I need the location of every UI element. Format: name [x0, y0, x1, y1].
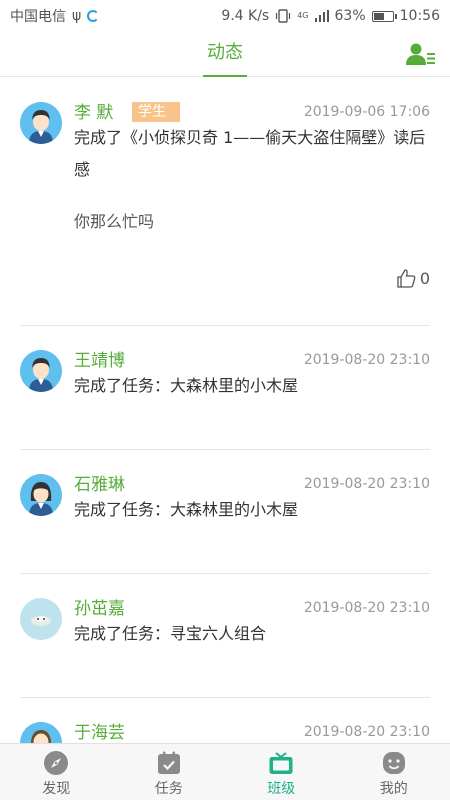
compass-icon — [44, 751, 69, 775]
nav-label: 发现 — [42, 781, 71, 797]
signal-icon — [314, 10, 329, 22]
feed-item[interactable]: 于海芸 2019-08-20 23:10 — [20, 698, 430, 743]
post-content[interactable]: 完成了任务：大森林里的小木屋 — [74, 370, 430, 402]
status-bar: 中国电信 ψ 9.4 K/s 4G 63% 10:56 — [0, 0, 450, 32]
vibrate-icon — [276, 9, 291, 23]
usb-icon: ψ — [72, 8, 82, 24]
status-left: 中国电信 ψ — [10, 6, 100, 26]
thumbs-up-icon — [397, 269, 416, 288]
boy-avatar-icon — [20, 102, 62, 144]
feed-item[interactable]: 石雅琳 2019-08-20 23:10 完成了任务：大森林里的小木屋 — [20, 450, 430, 574]
author-name[interactable]: 王靖博 — [74, 346, 125, 371]
feed-item[interactable]: 孙茁嘉 2019-08-20 23:10 完成了任务：寻宝六人组合 — [20, 574, 430, 698]
post-comment: 你那么忙吗 — [74, 212, 155, 231]
role-badge: 学生 — [132, 102, 180, 122]
avatar[interactable] — [20, 598, 62, 640]
post-time: 2019-08-20 23:10 — [303, 600, 430, 616]
girl-avatar-icon — [20, 722, 62, 743]
post-time: 2019-08-20 23:10 — [303, 724, 430, 740]
avatar[interactable] — [20, 474, 62, 516]
class-board-icon — [269, 752, 293, 774]
post-time: 2019-08-20 23:10 — [303, 352, 430, 368]
post-content[interactable]: 完成了任务：大森林里的小木屋 — [74, 494, 430, 526]
post-content[interactable]: 完成了《小侦探贝奇 1——偷天大盗住隔壁》读后感 — [74, 122, 430, 186]
tab-dynamics[interactable]: 动态 — [0, 32, 450, 77]
post-content[interactable]: 完成了任务：寻宝六人组合 — [74, 618, 430, 650]
author-name[interactable]: 于海芸 — [74, 718, 125, 743]
profile-face-icon — [382, 752, 405, 774]
photo-avatar-icon — [20, 598, 62, 640]
network-speed: 9.4 K/s — [221, 8, 270, 24]
nav-label: 班级 — [267, 781, 296, 797]
status-right: 9.4 K/s 4G 63% 10:56 — [221, 8, 440, 24]
avatar[interactable] — [20, 722, 62, 743]
girl-avatar-icon — [20, 474, 62, 516]
battery-icon — [371, 10, 397, 22]
author-name[interactable]: 李 默 — [74, 98, 113, 123]
post-time: 2019-08-20 23:10 — [303, 476, 430, 492]
feed-item[interactable]: 李 默 学生 2019-09-06 17:06 完成了《小侦探贝奇 1——偷天大… — [20, 78, 430, 326]
bottom-nav: 发现 任务 班级 我的 — [0, 743, 450, 800]
top-header: 动态 — [0, 32, 450, 77]
battery-percent: 63% — [334, 8, 366, 24]
author-name[interactable]: 孙茁嘉 — [74, 594, 125, 619]
carrier-label: 中国电信 — [10, 9, 66, 25]
nav-label: 任务 — [154, 781, 183, 797]
feed-item[interactable]: 王靖博 2019-08-20 23:10 完成了任务：大森林里的小木屋 — [20, 326, 430, 450]
nav-label: 我的 — [379, 781, 408, 797]
nav-tasks[interactable]: 任务 — [113, 744, 226, 800]
battery-fill — [373, 12, 385, 20]
like-count: 0 — [419, 268, 430, 288]
avatar[interactable] — [20, 350, 62, 392]
boy-avatar-icon — [20, 350, 62, 392]
sync-icon — [87, 10, 100, 22]
nav-discover[interactable]: 发现 — [0, 744, 113, 800]
clock: 10:56 — [399, 8, 440, 24]
task-calendar-icon — [157, 751, 180, 774]
like-button[interactable]: 0 — [396, 268, 430, 288]
user-list-icon[interactable] — [406, 42, 436, 66]
author-name[interactable]: 石雅琳 — [74, 470, 125, 495]
avatar[interactable] — [20, 102, 62, 144]
tab-dynamics-label: 动态 — [203, 32, 247, 77]
post-time: 2019-09-06 17:06 — [303, 104, 430, 120]
nav-mine[interactable]: 我的 — [338, 744, 450, 800]
network-type: 4G — [297, 11, 309, 20]
activity-feed[interactable]: 李 默 学生 2019-09-06 17:06 完成了《小侦探贝奇 1——偷天大… — [0, 78, 450, 743]
nav-class[interactable]: 班级 — [225, 744, 338, 800]
